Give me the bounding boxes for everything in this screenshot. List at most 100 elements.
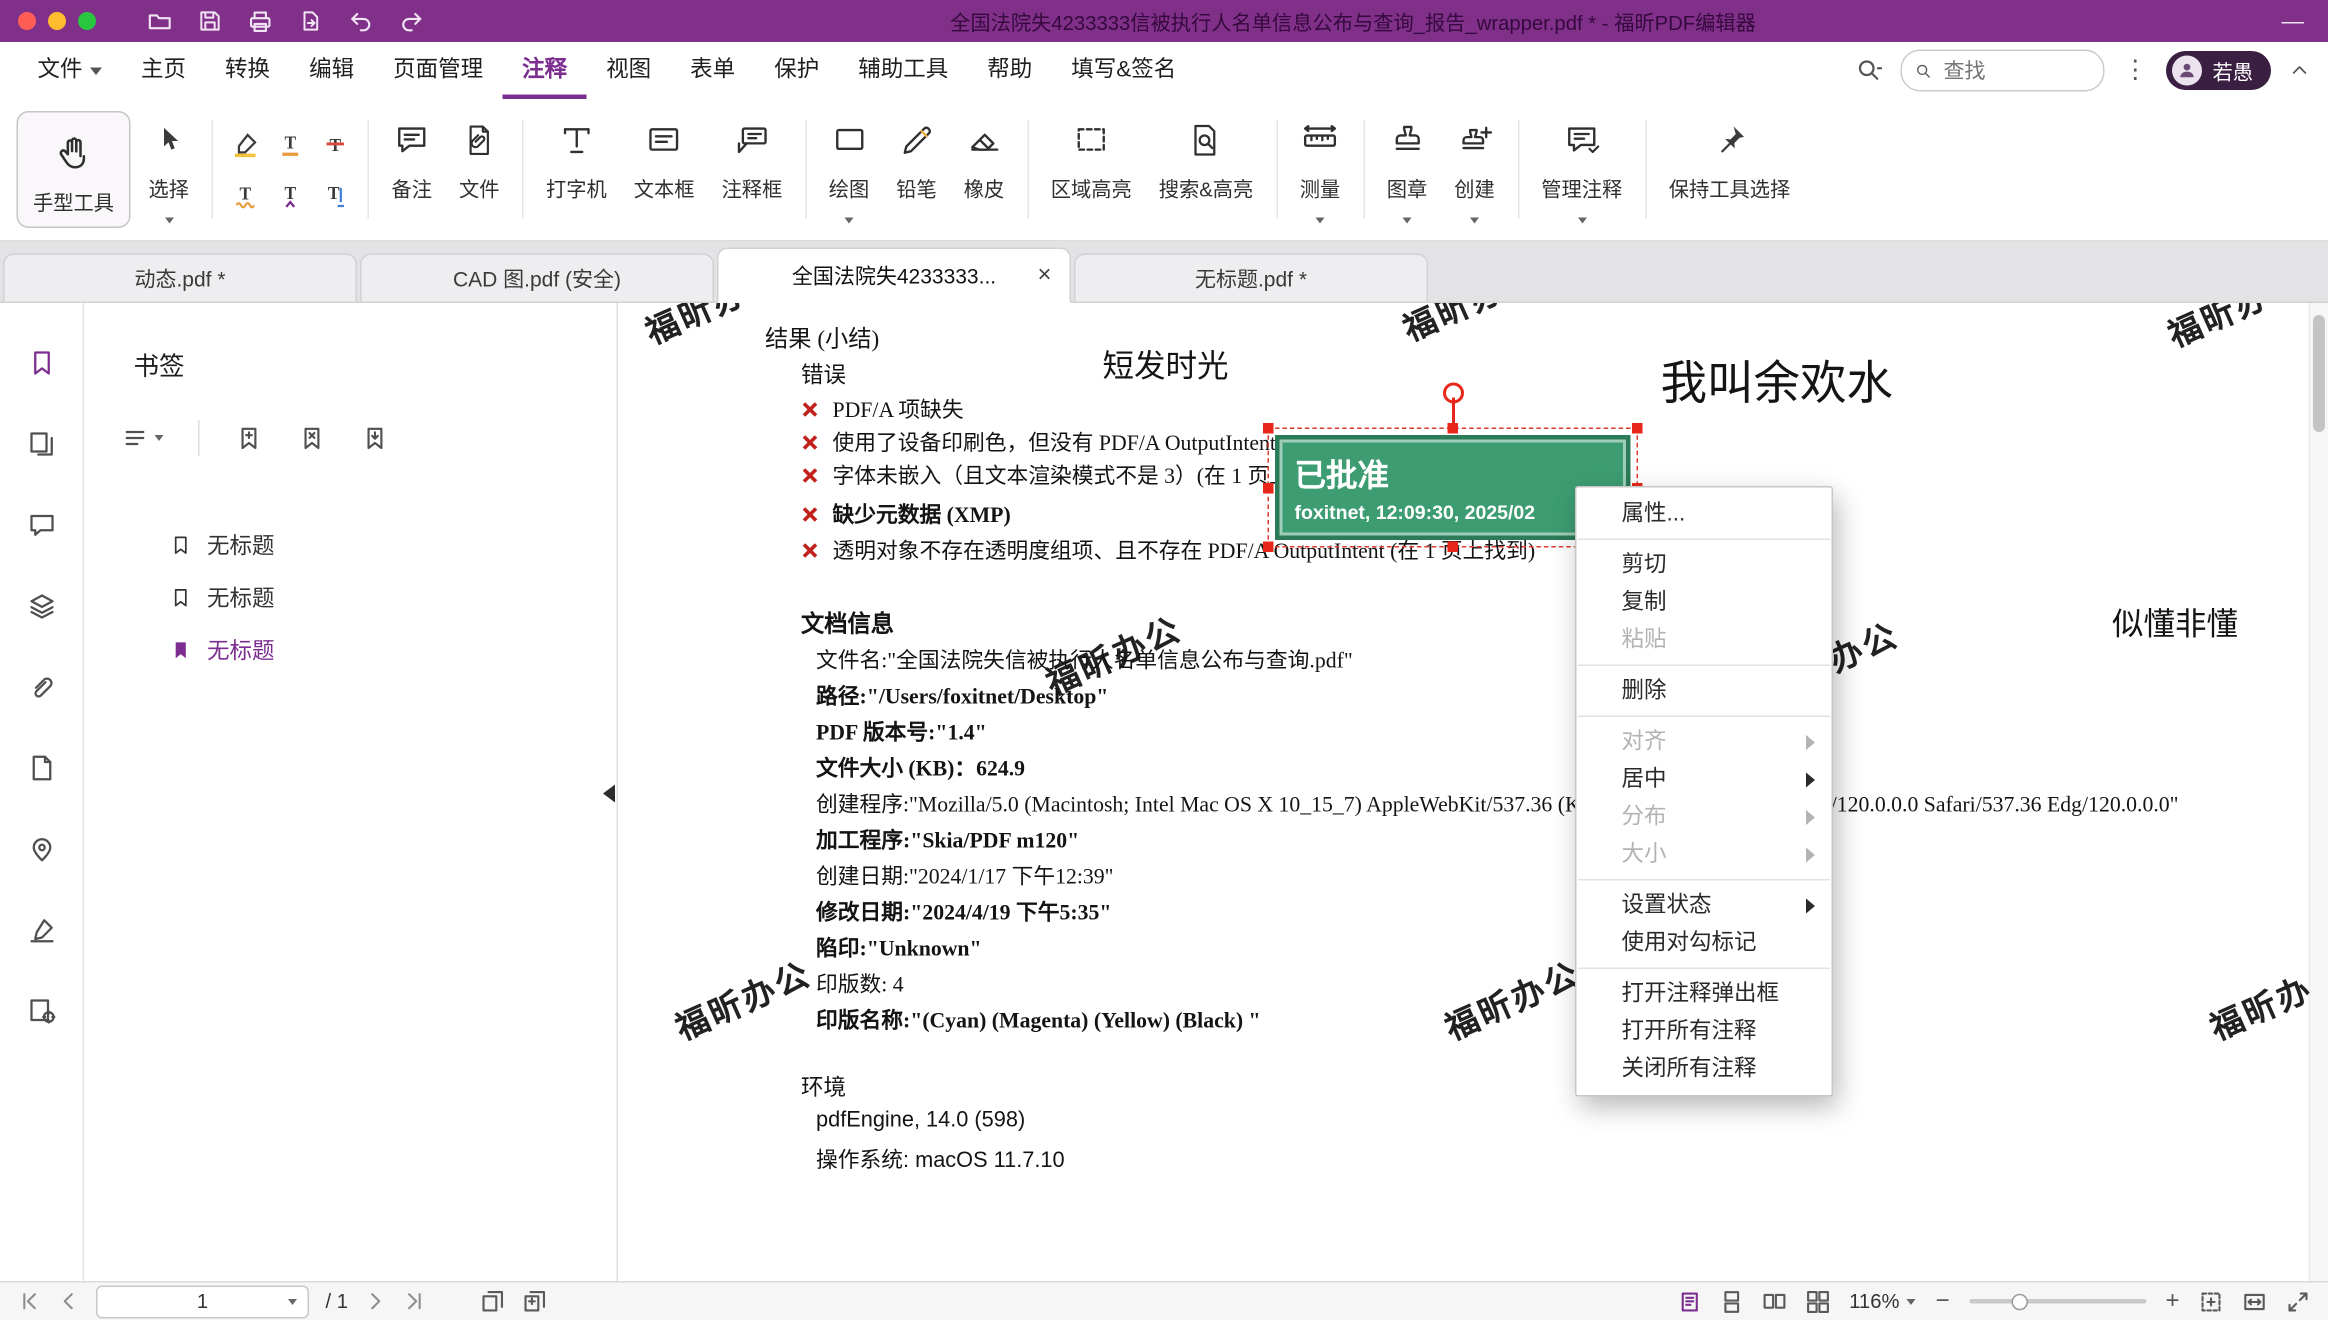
tab-dongtai[interactable]: 动态.pdf * [3,254,357,304]
delete-bookmark-icon[interactable] [297,424,326,453]
fit-page-icon[interactable] [2199,1289,2223,1313]
bookmark-options-menu-icon[interactable] [122,425,164,452]
textbox-tool-button[interactable]: 文本框 [620,99,708,240]
print-icon[interactable] [248,8,274,34]
user-account-button[interactable]: 若愚 [2166,51,2271,90]
last-page-icon[interactable] [404,1290,427,1313]
more-options-icon[interactable]: ⋮ [2123,56,2149,86]
zoom-window-button[interactable] [78,12,96,30]
menu-accessibility[interactable]: 辅助工具 [839,42,968,99]
zoom-slider-thumb[interactable] [2011,1293,2028,1310]
first-page-icon[interactable] [18,1290,41,1313]
file-attachment-tool-button[interactable]: 文件 [446,99,514,240]
attachments-panel-icon[interactable] [26,672,56,702]
menu-help[interactable]: 帮助 [968,42,1052,99]
resize-handle[interactable] [1632,423,1643,434]
resize-handle[interactable] [1263,423,1274,434]
snapshot-icon[interactable] [480,1289,506,1315]
clipboard-pages-icon[interactable] [522,1289,548,1315]
pencil-tool-button[interactable]: 铅笔 [883,99,951,240]
continuous-facing-view-icon[interactable] [1806,1289,1830,1313]
context-menu-item-properties[interactable]: 属性... [1577,495,1832,533]
fields-panel-icon[interactable] [26,996,56,1026]
context-menu-item-open-all-comments[interactable]: 打开所有注释 [1577,1013,1832,1051]
menu-edit[interactable]: 编辑 [290,42,374,99]
context-menu-item-delete[interactable]: 删除 [1577,672,1832,710]
manage-comments-tool-button[interactable]: 管理注释 [1528,99,1636,240]
minimize-ribbon-dash[interactable]: — [2282,8,2305,34]
menu-fill-sign[interactable]: 填写&签名 [1052,42,1196,99]
typewriter-tool-button[interactable]: 打字机 [533,99,621,240]
create-stamp-tool-button[interactable]: 创建 [1441,99,1509,240]
find-search-box[interactable] [1901,50,2105,92]
previous-page-icon[interactable] [57,1290,80,1313]
fit-width-icon[interactable] [2243,1289,2267,1313]
redo-icon[interactable] [399,8,425,34]
area-highlight-tool-button[interactable]: 区域高亮 [1037,99,1145,240]
comments-panel-icon[interactable] [26,510,56,540]
tab-cad[interactable]: CAD 图.pdf (安全) [360,254,714,304]
bookmarks-panel-icon[interactable] [26,348,56,378]
context-menu-item-checkmark[interactable]: 使用对勾标记 [1577,924,1832,962]
search-replace-icon[interactable] [1856,57,1883,84]
context-menu-item-open-popup[interactable]: 打开注释弹出框 [1577,975,1832,1013]
collapse-panel-button[interactable] [599,771,620,816]
keep-tool-selected-button[interactable]: 保持工具选择 [1655,99,1804,240]
context-menu-item-cut[interactable]: 剪切 [1577,546,1832,584]
minimize-window-button[interactable] [48,12,66,30]
menu-file[interactable]: 文件 [18,42,122,99]
context-menu-item-close-all-comments[interactable]: 关闭所有注释 [1577,1050,1832,1088]
strikeout-text-icon[interactable]: T [317,124,355,165]
destinations-panel-icon[interactable] [26,834,56,864]
highlight-text-icon[interactable] [227,124,265,165]
save-icon[interactable] [198,9,222,33]
zoom-out-button[interactable]: − [1935,1289,1949,1313]
resize-handle[interactable] [1263,542,1274,553]
scrollbar-thumb[interactable] [2313,315,2325,432]
rotate-handle[interactable] [1442,383,1463,404]
zoom-in-button[interactable]: + [2165,1289,2179,1313]
zoom-slider[interactable] [1969,1299,2146,1304]
layers-panel-icon[interactable] [26,591,56,621]
undo-icon[interactable] [348,8,374,34]
squiggly-underline-icon[interactable]: T [227,175,265,216]
page-number-box[interactable]: 1 [96,1285,309,1318]
close-tab-icon[interactable]: × [1037,262,1051,289]
add-bookmark-icon[interactable] [234,424,263,453]
vertical-scrollbar[interactable] [2309,303,2328,1281]
articles-panel-icon[interactable] [26,753,56,783]
context-menu-item-set-status[interactable]: 设置状态 [1577,887,1832,925]
menu-convert[interactable]: 转换 [206,42,290,99]
tab-active-report[interactable]: 全国法院失4233333... × [717,248,1071,304]
drawing-tool-button[interactable]: 绘图 [815,99,883,240]
collapse-ribbon-icon[interactable] [2289,60,2310,81]
menu-form[interactable]: 表单 [671,42,755,99]
menu-page-management[interactable]: 页面管理 [374,42,503,99]
search-highlight-tool-button[interactable]: 搜索&高亮 [1145,99,1267,240]
zoom-level-dropdown[interactable]: 116% [1849,1290,1916,1313]
menu-home[interactable]: 主页 [122,42,206,99]
facing-view-icon[interactable] [1762,1289,1786,1313]
tab-untitled[interactable]: 无标题.pdf * [1074,254,1428,304]
resize-handle[interactable] [1263,482,1274,493]
next-page-icon[interactable] [365,1290,388,1313]
expand-bookmark-icon[interactable] [360,424,389,453]
context-menu-item-center[interactable]: 居中 [1577,761,1832,799]
bookmark-item-selected[interactable]: 无标题 [84,624,617,677]
continuous-view-icon[interactable] [1720,1289,1743,1313]
pdf-page[interactable]: 福昕办公 福昕办公 福昕办公 福昕办公 福昕办公 福昕办公 福昕办公 福昕办公 … [618,303,2310,1281]
menu-protect[interactable]: 保护 [755,42,839,99]
resize-handle[interactable] [1448,542,1459,553]
menu-comment[interactable]: 注释 [503,42,587,99]
hand-tool-button[interactable]: 手型工具 [17,111,131,228]
page-thumbnails-panel-icon[interactable] [26,429,56,459]
select-tool-button[interactable]: 选择 [135,99,203,240]
callout-tool-button[interactable]: 注释框 [708,99,796,240]
stamp-tool-button[interactable]: 图章 [1373,99,1441,240]
underline-text-icon[interactable]: T [272,124,310,165]
export-icon[interactable] [299,9,323,33]
bookmark-item[interactable]: 无标题 [84,519,617,572]
close-window-button[interactable] [18,12,36,30]
search-input[interactable] [1941,57,2090,84]
measure-tool-button[interactable]: 测量 [1286,99,1354,240]
